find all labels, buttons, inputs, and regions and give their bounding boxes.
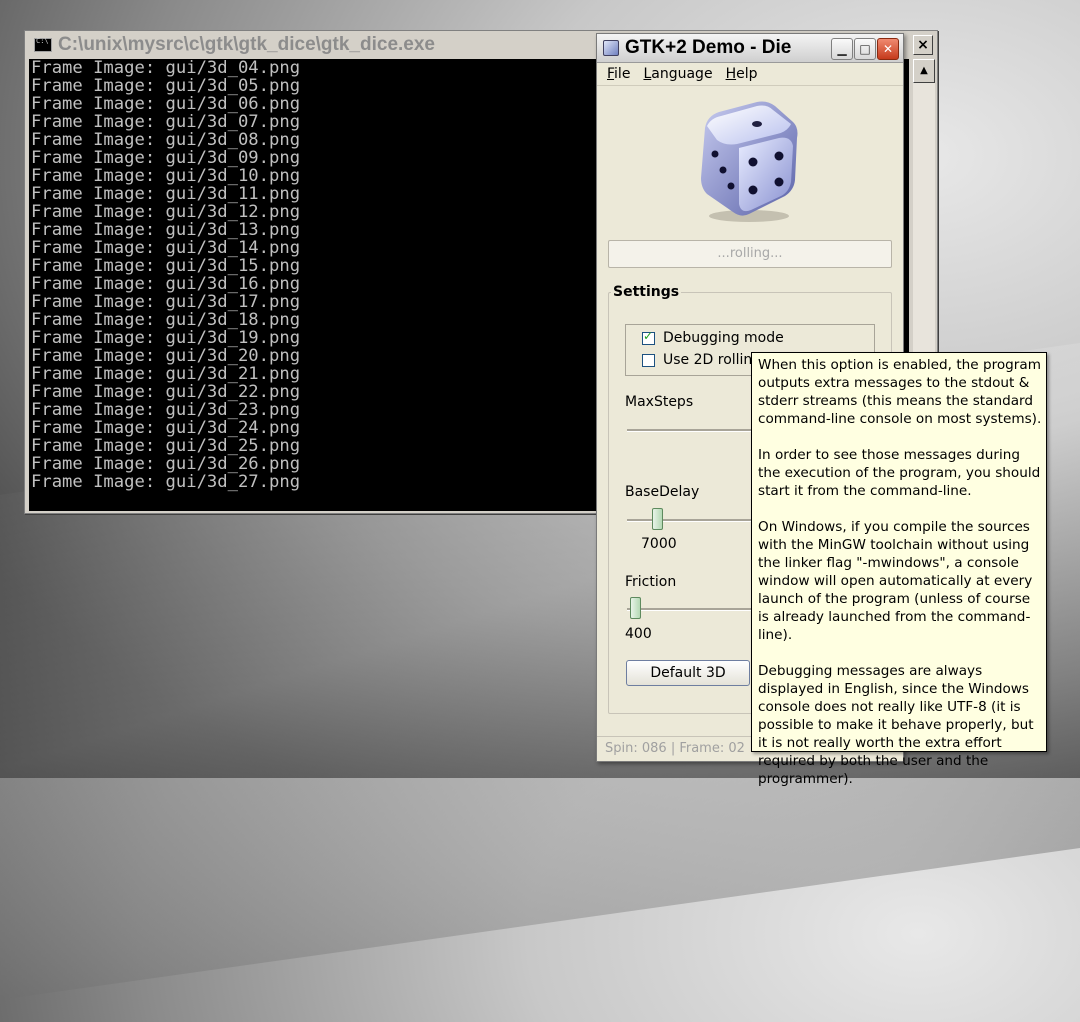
debug-tooltip: When this option is enabled, the program… bbox=[751, 352, 1047, 787]
die-3d-icon[interactable] bbox=[697, 98, 803, 226]
menu-language[interactable]: Language bbox=[643, 66, 712, 82]
tooltip-paragraph: When this option is enabled, the program… bbox=[758, 357, 1042, 427]
tooltip-paragraph: In order to see those messages during th… bbox=[758, 447, 1041, 499]
minimize-icon[interactable]: ▁ bbox=[831, 38, 853, 60]
use2d-checkbox-row[interactable]: Use 2D rolling- bbox=[642, 352, 766, 368]
window-title: GTK+2 Demo - Die bbox=[625, 37, 792, 58]
default-3d-button[interactable]: Default 3D bbox=[626, 660, 750, 686]
menubar: File Language Help bbox=[597, 63, 903, 86]
scroll-up-icon[interactable]: ▲ bbox=[913, 59, 935, 83]
debug-checkbox[interactable] bbox=[642, 329, 655, 345]
basedelay-slider-thumb[interactable] bbox=[652, 508, 663, 530]
maxsteps-slider[interactable] bbox=[627, 429, 757, 432]
basedelay-label: BaseDelay bbox=[625, 484, 700, 500]
menu-help[interactable]: Help bbox=[726, 66, 758, 82]
tooltip-paragraph: Debugging messages are always displayed … bbox=[758, 663, 1034, 787]
basedelay-slider-track[interactable] bbox=[627, 519, 757, 522]
cmd-icon bbox=[34, 37, 52, 52]
rolling-progress: ...rolling... bbox=[608, 240, 892, 268]
debug-label: Debugging mode bbox=[663, 330, 784, 346]
maximize-icon[interactable]: □ bbox=[854, 38, 876, 60]
debug-checkbox-row[interactable]: Debugging mode bbox=[642, 329, 784, 346]
console-title: C:\unix\mysrc\c\gtk\gtk_dice\gtk_dice.ex… bbox=[58, 34, 435, 55]
menu-file[interactable]: File bbox=[607, 66, 630, 82]
tooltip-paragraph: On Windows, if you compile the sources w… bbox=[758, 519, 1033, 643]
friction-value: 400 bbox=[625, 626, 652, 642]
friction-slider-thumb[interactable] bbox=[630, 597, 641, 619]
use2d-checkbox[interactable] bbox=[642, 353, 655, 367]
gtk-app-icon bbox=[603, 40, 619, 56]
close-icon[interactable]: ✕ bbox=[877, 38, 899, 60]
maxsteps-label: MaxSteps bbox=[625, 394, 694, 410]
console-close-button[interactable]: × bbox=[913, 35, 933, 55]
friction-label: Friction bbox=[625, 574, 677, 590]
basedelay-value: 7000 bbox=[641, 536, 677, 552]
settings-label: Settings bbox=[611, 284, 682, 300]
friction-slider-track[interactable] bbox=[627, 608, 757, 611]
